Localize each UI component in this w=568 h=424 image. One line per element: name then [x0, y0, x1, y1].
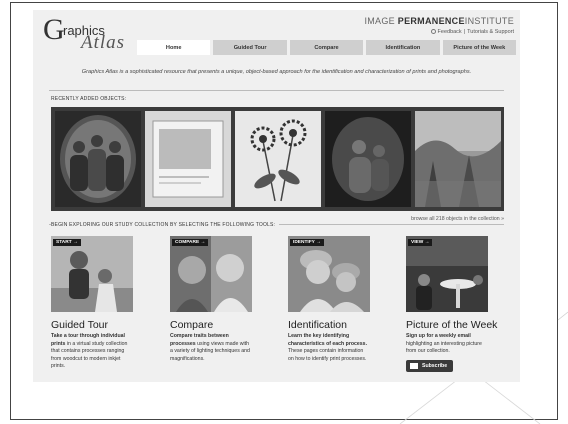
guided-tour-image[interactable]: START →: [51, 236, 133, 312]
logo-letter-g: G: [43, 13, 65, 46]
tool-identification: IDENTIFY → Identification Learn the key …: [288, 236, 370, 363]
tab-identification[interactable]: Identification: [366, 40, 440, 55]
subscribe-button[interactable]: Subscribe: [406, 359, 454, 372]
feedback-link[interactable]: Feedback: [438, 29, 462, 35]
tab-guided-tour[interactable]: Guided Tour: [213, 40, 287, 55]
graphics-atlas-page: G raphics Atlas IMAGE PERMANENCEINSTITUT…: [33, 10, 520, 382]
intro-text: Graphics Atlas is a sophisticated resour…: [81, 69, 472, 75]
identification-description-rest: These pages contain information on how t…: [288, 348, 367, 362]
main-nav: Home Guided Tour Compare Identification …: [137, 40, 517, 55]
top-links-separator: |: [463, 29, 466, 35]
identify-tag[interactable]: IDENTIFY →: [290, 239, 324, 246]
image-permanence-institute-logo[interactable]: IMAGE PERMANENCEINSTITUTE: [364, 16, 514, 26]
recent-object-landscape[interactable]: [415, 111, 501, 207]
divider: [49, 90, 504, 91]
picture-of-the-week-title[interactable]: Picture of the Week: [406, 319, 497, 331]
tutorials-link[interactable]: Tutorials & Support: [467, 29, 514, 35]
identification-description-bold: Learn the key identifying characteristic…: [288, 333, 368, 347]
institute-suffix: INSTITUTE: [464, 16, 514, 26]
tab-compare[interactable]: Compare: [289, 40, 364, 55]
view-tag[interactable]: VIEW →: [408, 239, 433, 246]
guided-tour-title[interactable]: Guided Tour: [51, 319, 133, 331]
guided-tour-description: Take a tour through individual prints in…: [51, 333, 133, 371]
start-tag[interactable]: START →: [53, 239, 81, 246]
compare-title[interactable]: Compare: [170, 319, 252, 331]
feedback-icon: [430, 29, 436, 35]
picture-of-the-week-image[interactable]: VIEW →: [406, 236, 488, 312]
compare-tag[interactable]: COMPARE →: [172, 239, 209, 246]
tool-guided-tour: START → Guided Tour Take a tour through …: [51, 236, 133, 371]
tab-picture-of-the-week[interactable]: Picture of the Week: [442, 40, 517, 55]
recent-object-flowers[interactable]: [235, 111, 321, 207]
subscribe-label: Subscribe: [422, 362, 448, 369]
compare-description: Compare traits between processes using v…: [170, 333, 252, 363]
browse-all-link[interactable]: browse all 218 objects in the collection…: [411, 216, 504, 222]
logo-word-atlas: Atlas: [81, 32, 126, 53]
institute-prefix: IMAGE: [364, 16, 395, 26]
institute-bold: PERMANENCE: [397, 16, 465, 26]
identification-title[interactable]: Identification: [288, 319, 370, 331]
tab-home[interactable]: Home: [137, 40, 211, 55]
compare-image[interactable]: COMPARE →: [170, 236, 252, 312]
identification-image[interactable]: IDENTIFY →: [288, 236, 370, 312]
identification-description: Learn the key identifying characteristic…: [288, 333, 370, 363]
recent-objects-strip: [51, 107, 504, 211]
tool-compare: COMPARE → Compare Compare traits between…: [170, 236, 252, 363]
tool-picture-of-the-week: VIEW → Picture of the Week Sign up for a…: [406, 236, 497, 374]
top-links: Feedback | Tutorials & Support: [430, 29, 514, 35]
recent-object-print[interactable]: [145, 111, 231, 207]
mail-icon: [410, 362, 418, 369]
picture-of-the-week-description-bold: Sign up for a weekly email: [406, 333, 471, 339]
recent-object-daguerreotype[interactable]: [55, 111, 141, 207]
picture-of-the-week-description-rest: highlighting an interesting picture from…: [406, 340, 482, 355]
explore-heading: BEGIN EXPLORING OUR STUDY COLLECTION BY …: [51, 222, 280, 228]
recent-object-portrait[interactable]: [325, 111, 411, 207]
picture-of-the-week-description: Sign up for a weekly email highlighting …: [406, 333, 488, 356]
recently-added-heading: RECENTLY ADDED OBJECTS:: [51, 96, 127, 102]
